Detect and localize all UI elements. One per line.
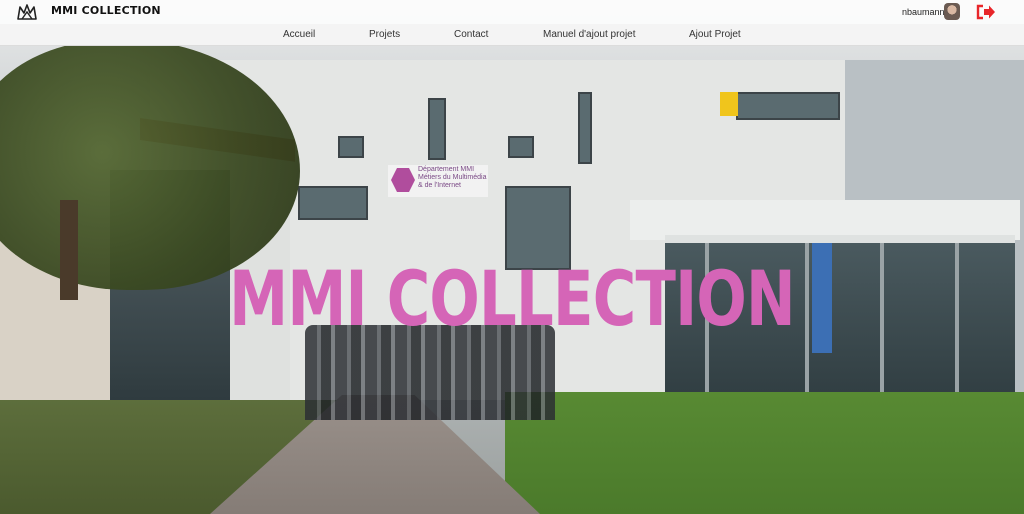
hero-title: MMI COLLECTION	[229, 253, 795, 343]
sign-line-1: Département MMI	[418, 166, 475, 173]
main-navigation: Accueil Projets Contact Manuel d'ajout p…	[0, 24, 1024, 46]
nav-item-contact[interactable]: Contact	[454, 29, 488, 40]
nav-item-projets[interactable]: Projets	[369, 29, 400, 40]
nav-item-manuel-ajout-projet[interactable]: Manuel d'ajout projet	[543, 29, 636, 40]
sign-line-2: Métiers du Multimédia	[418, 174, 487, 181]
department-sign-text: Département MMI Métiers du Multimédia & …	[418, 166, 488, 190]
brand-name[interactable]: MMI COLLECTION	[51, 4, 161, 17]
username-label: nbaumann	[902, 7, 945, 17]
sign-line-3: & de l'Internet	[418, 182, 461, 189]
top-header: MMI COLLECTION nbaumann	[0, 0, 1024, 24]
mmi-crown-logo-icon[interactable]	[16, 3, 38, 21]
nav-item-accueil[interactable]: Accueil	[283, 29, 315, 40]
user-avatar[interactable]	[944, 3, 960, 20]
nav-item-ajout-projet[interactable]: Ajout Projet	[689, 29, 741, 40]
logout-icon[interactable]	[976, 4, 996, 20]
